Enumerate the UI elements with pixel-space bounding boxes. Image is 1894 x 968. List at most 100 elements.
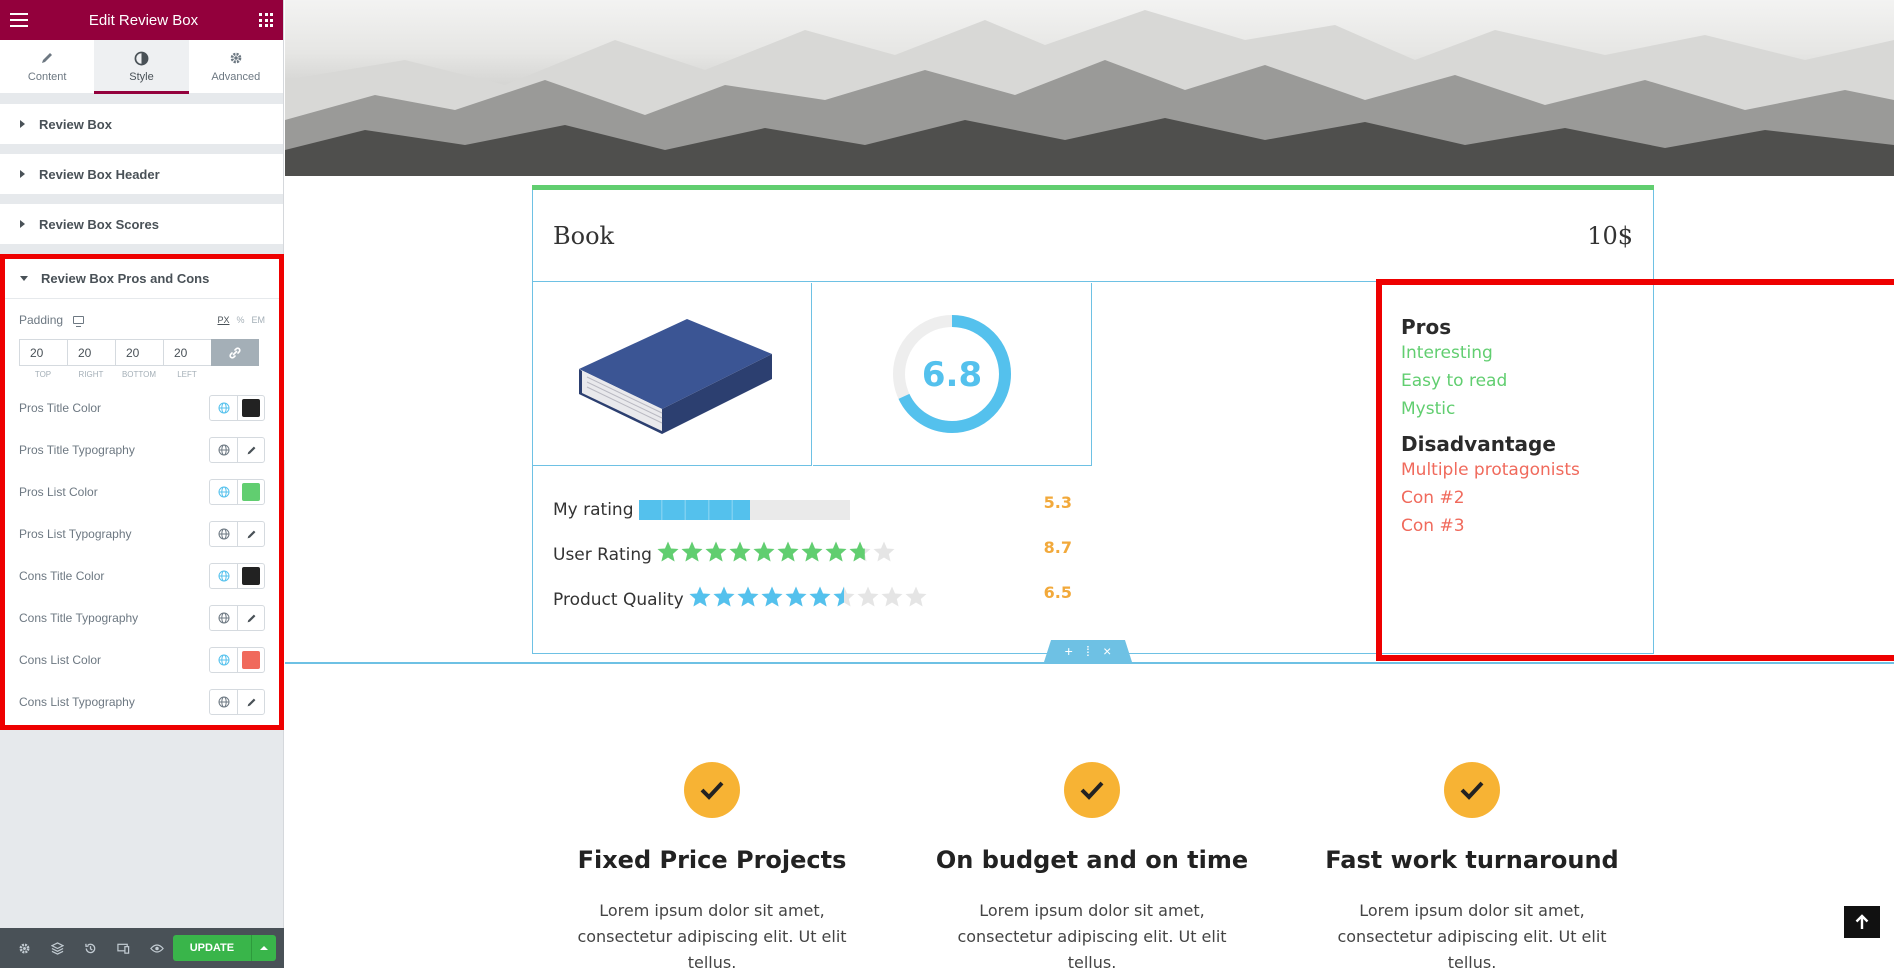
pros-cons-block: Pros Interesting Easy to read Mystic Dis… bbox=[1376, 279, 1894, 661]
control-buttons bbox=[209, 605, 265, 631]
editor-panel: Edit Review Box Content Style Advanced R… bbox=[0, 0, 284, 968]
control-row: Pros Title Color bbox=[19, 387, 265, 429]
section-handle[interactable]: + ⁞ × bbox=[1044, 640, 1132, 662]
drag-section-icon[interactable]: ⁞ bbox=[1086, 643, 1090, 659]
global-icon[interactable] bbox=[210, 438, 237, 462]
menu-icon[interactable] bbox=[10, 13, 28, 27]
tab-style[interactable]: Style bbox=[94, 40, 189, 94]
rating-label: User Rating bbox=[553, 544, 652, 565]
rating-stars bbox=[688, 585, 928, 614]
panel-title: Edit Review Box bbox=[88, 11, 199, 29]
preview-eye-icon[interactable] bbox=[140, 928, 173, 968]
review-box-header: Book 10$ bbox=[533, 190, 1653, 282]
overall-score-value: 6.8 bbox=[922, 355, 982, 395]
navigator-icon[interactable] bbox=[41, 928, 74, 968]
section-pros-cons-panel: Review Box Pros and Cons Padding PX % EM… bbox=[0, 254, 284, 730]
checkmark-icon bbox=[1064, 762, 1120, 818]
global-icon[interactable] bbox=[210, 564, 237, 588]
pencil-icon bbox=[247, 446, 255, 454]
panel-header: Edit Review Box bbox=[0, 0, 283, 40]
unit-em[interactable]: EM bbox=[252, 315, 266, 325]
star-icon bbox=[728, 540, 752, 569]
star-icon bbox=[808, 585, 832, 614]
control-label: Cons List Color bbox=[19, 653, 102, 667]
checkmark-icon bbox=[684, 762, 740, 818]
control-label: Pros List Color bbox=[19, 485, 98, 499]
control-row: Cons Title Typography bbox=[19, 597, 265, 639]
rating-label: My rating bbox=[553, 499, 634, 520]
rating-value: 5.3 bbox=[1043, 493, 1072, 512]
history-icon[interactable] bbox=[74, 928, 107, 968]
padding-right-input[interactable]: 20 bbox=[67, 339, 115, 366]
edit-typography-button[interactable] bbox=[237, 606, 264, 630]
section-review-box-scores[interactable]: Review Box Scores bbox=[0, 204, 283, 244]
gear-icon bbox=[228, 50, 244, 66]
feature-text: Lorem ipsum dolor sit amet, consectetur … bbox=[1337, 901, 1607, 968]
checkmark-icon bbox=[1444, 762, 1500, 818]
color-swatch bbox=[242, 651, 260, 669]
rating-row-my-rating: My rating 5.3 bbox=[553, 487, 1072, 532]
rating-label: Product Quality bbox=[553, 589, 684, 610]
feature-text: Lorem ipsum dolor sit amet, consectetur … bbox=[577, 901, 847, 968]
scroll-to-top-button[interactable] bbox=[1844, 906, 1880, 938]
star-icon bbox=[824, 540, 848, 569]
global-icon[interactable] bbox=[210, 480, 237, 504]
close-section-icon[interactable]: × bbox=[1103, 643, 1111, 659]
padding-left-input[interactable]: 20 bbox=[163, 339, 211, 366]
section-review-box-pros-cons[interactable]: Review Box Pros and Cons bbox=[5, 259, 279, 299]
feature-card: Fixed Price Projects Lorem ipsum dolor s… bbox=[522, 762, 902, 968]
desktop-icon[interactable] bbox=[73, 316, 85, 327]
star-icon bbox=[736, 585, 760, 614]
control-buttons bbox=[209, 437, 265, 463]
link-values-button[interactable] bbox=[211, 339, 259, 366]
global-icon[interactable] bbox=[210, 522, 237, 546]
responsive-mode-icon[interactable] bbox=[107, 928, 140, 968]
update-options-button[interactable] bbox=[250, 935, 277, 961]
tab-content[interactable]: Content bbox=[0, 40, 94, 93]
cons-item: Multiple protagonists bbox=[1401, 460, 1580, 480]
cons-item: Con #2 bbox=[1401, 488, 1465, 508]
padding-right-label: RIGHT bbox=[78, 370, 104, 379]
control-buttons bbox=[209, 521, 265, 547]
color-picker-button[interactable] bbox=[237, 564, 264, 588]
control-buttons bbox=[209, 647, 265, 673]
pros-title: Pros bbox=[1401, 315, 1452, 339]
settings-icon[interactable] bbox=[8, 928, 41, 968]
unit-percent[interactable]: % bbox=[236, 315, 244, 325]
contrast-icon bbox=[133, 50, 149, 66]
star-icon bbox=[760, 585, 784, 614]
unit-px[interactable]: PX bbox=[217, 315, 229, 325]
global-icon[interactable] bbox=[210, 648, 237, 672]
widgets-grid-icon[interactable] bbox=[259, 13, 273, 27]
global-icon[interactable] bbox=[210, 690, 237, 714]
update-button[interactable]: UPDATE bbox=[173, 935, 251, 961]
cons-list: Disadvantage Multiple protagonists Con #… bbox=[1401, 432, 1894, 540]
padding-bottom-input[interactable]: 20 bbox=[115, 339, 163, 366]
color-picker-button[interactable] bbox=[237, 480, 264, 504]
edit-typography-button[interactable] bbox=[237, 438, 264, 462]
tab-style-label: Style bbox=[129, 71, 154, 83]
color-picker-button[interactable] bbox=[237, 396, 264, 420]
control-row: Pros List Color bbox=[19, 471, 265, 513]
padding-top-input[interactable]: 20 bbox=[19, 339, 67, 366]
feature-text: Lorem ipsum dolor sit amet, consectetur … bbox=[957, 901, 1227, 968]
section-label: Review Box Scores bbox=[39, 216, 159, 232]
control-buttons bbox=[209, 563, 265, 589]
edit-typography-button[interactable] bbox=[237, 690, 264, 714]
control-row: Pros Title Typography bbox=[19, 429, 265, 471]
pros-item: Interesting bbox=[1401, 343, 1493, 363]
add-section-icon[interactable]: + bbox=[1065, 643, 1073, 659]
section-review-box-header[interactable]: Review Box Header bbox=[0, 154, 283, 194]
feature-card: Fast work turnaround Lorem ipsum dolor s… bbox=[1282, 762, 1662, 968]
section-review-box[interactable]: Review Box bbox=[0, 104, 283, 144]
control-row: Cons Title Color bbox=[19, 555, 265, 597]
tab-advanced[interactable]: Advanced bbox=[189, 40, 283, 93]
global-icon[interactable] bbox=[210, 606, 237, 630]
cons-title: Disadvantage bbox=[1401, 432, 1556, 456]
control-label: Pros List Typography bbox=[19, 527, 132, 541]
global-icon[interactable] bbox=[210, 396, 237, 420]
color-picker-button[interactable] bbox=[237, 648, 264, 672]
control-buttons bbox=[209, 479, 265, 505]
edit-typography-button[interactable] bbox=[237, 522, 264, 546]
star-icon bbox=[832, 585, 856, 614]
